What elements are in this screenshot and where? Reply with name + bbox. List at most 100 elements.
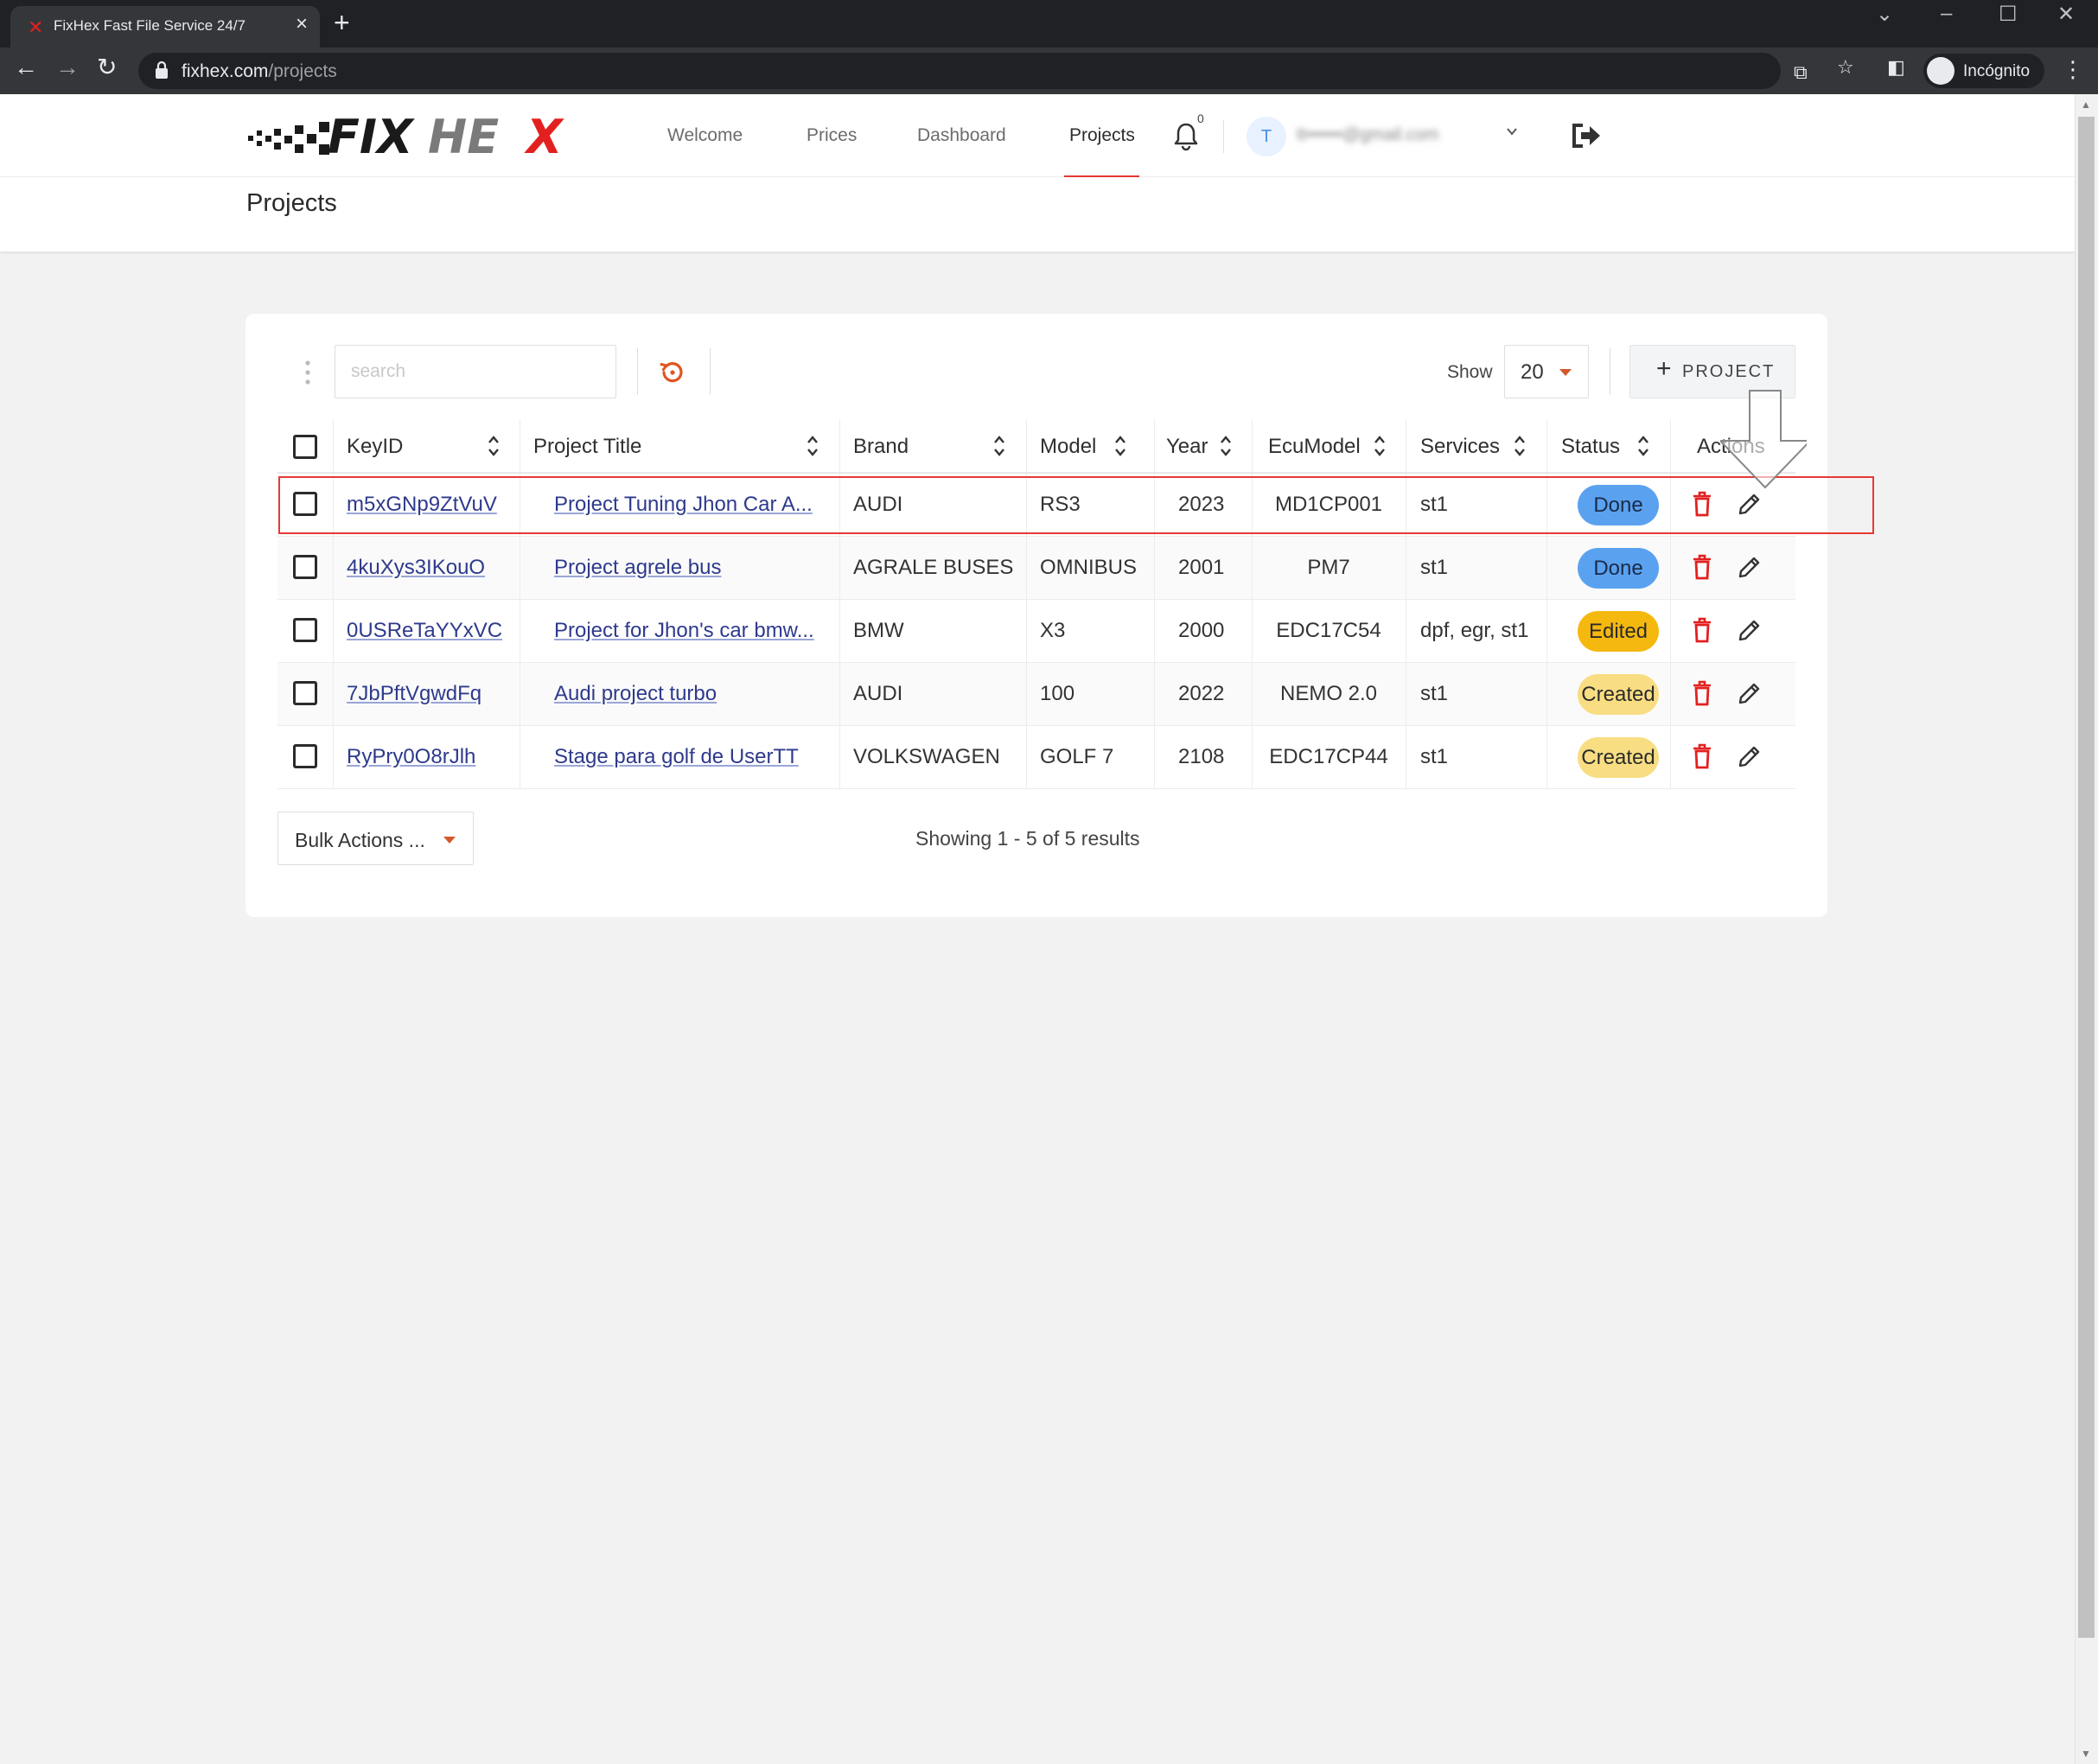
nav-welcome[interactable]: Welcome xyxy=(667,125,743,146)
table-header: KeyID Project Title Brand Model Year Ecu… xyxy=(277,419,1795,474)
incognito-label: Incógnito xyxy=(1963,62,2031,80)
nav-projects[interactable]: Projects xyxy=(1069,125,1135,146)
tab-close-icon[interactable]: × xyxy=(296,14,308,35)
status-badge: Done xyxy=(1578,548,1659,589)
column-header-keyid[interactable]: KeyID xyxy=(347,419,403,474)
bookmark-star-icon[interactable]: ☆ xyxy=(1837,56,1854,79)
column-divider xyxy=(333,663,334,725)
scroll-down-icon[interactable]: ▼ xyxy=(2081,1748,2091,1760)
trash-icon[interactable] xyxy=(1693,554,1712,580)
row-title-link[interactable]: Stage para golf de UserTT xyxy=(554,745,799,769)
column-header-services[interactable]: Services xyxy=(1420,419,1500,474)
logout-icon[interactable] xyxy=(1569,120,1604,151)
row-checkbox[interactable] xyxy=(293,555,317,579)
pencil-icon[interactable] xyxy=(1737,617,1763,643)
column-divider xyxy=(1670,537,1671,599)
browser-address-bar: ← → ↻ fixhex.com/projects ⧉ ☆ ◧ Incógnit… xyxy=(0,48,2098,94)
row-model: OMNIBUS xyxy=(1040,556,1138,579)
status-badge: Created xyxy=(1578,674,1659,715)
search-input[interactable] xyxy=(335,345,616,398)
nav-dashboard[interactable]: Dashboard xyxy=(917,125,1006,146)
forward-icon[interactable]: → xyxy=(55,55,80,80)
user-avatar[interactable]: T xyxy=(1247,117,1286,156)
column-divider xyxy=(1546,663,1547,725)
pencil-icon[interactable] xyxy=(1737,554,1763,580)
sort-icon[interactable] xyxy=(807,435,819,457)
sort-icon[interactable] xyxy=(488,435,500,457)
incognito-indicator[interactable]: Incógnito xyxy=(1923,54,2044,88)
new-tab-icon[interactable]: + xyxy=(334,9,350,36)
column-header-ecumodel[interactable]: EcuModel xyxy=(1268,419,1361,474)
status-badge: Edited xyxy=(1578,611,1659,652)
column-header-project-title[interactable]: Project Title xyxy=(533,419,641,474)
translate-icon[interactable]: ⧉ xyxy=(1794,61,1808,84)
row-keyid-link[interactable]: 0USReTaYYxVC xyxy=(347,619,502,643)
sort-icon[interactable] xyxy=(1514,435,1526,457)
back-icon[interactable]: ← xyxy=(14,55,38,80)
sort-icon[interactable] xyxy=(993,435,1005,457)
row-title-link[interactable]: Audi project turbo xyxy=(554,682,717,706)
row-keyid-link[interactable]: RyPry0O8rJlh xyxy=(347,745,475,769)
sort-icon[interactable] xyxy=(1114,435,1126,457)
row-services: st1 xyxy=(1420,745,1449,768)
column-header-model[interactable]: Model xyxy=(1040,419,1096,474)
trash-icon[interactable] xyxy=(1693,743,1712,769)
row-keyid-link[interactable]: 7JbPftVgwdFq xyxy=(347,682,481,706)
toolbar-divider xyxy=(637,348,638,395)
nav-prices[interactable]: Prices xyxy=(807,125,857,146)
page-title: Projects xyxy=(246,189,337,217)
pencil-icon[interactable] xyxy=(1737,680,1763,706)
sort-icon[interactable] xyxy=(1374,435,1386,457)
column-divider xyxy=(1154,663,1155,725)
notification-bell-icon[interactable] xyxy=(1173,122,1199,151)
column-divider xyxy=(839,537,840,599)
page-size-select[interactable]: 20 xyxy=(1504,345,1589,398)
tab-search-chevron-icon[interactable]: ⌄ xyxy=(1876,2,1893,27)
trash-icon[interactable] xyxy=(1693,680,1712,706)
maximize-icon[interactable]: ☐ xyxy=(1999,2,2018,27)
omnibox[interactable]: fixhex.com/projects ⧉ xyxy=(138,53,1808,89)
column-divider xyxy=(1154,600,1155,662)
column-options-icon[interactable] xyxy=(304,360,311,385)
results-summary: Showing 1 - 5 of 5 results xyxy=(915,827,1140,850)
column-header-year[interactable]: Year xyxy=(1166,419,1208,474)
row-brand: AGRALE BUSES xyxy=(853,556,1014,579)
logo-text-fix: FIX xyxy=(328,111,415,160)
pencil-icon[interactable] xyxy=(1737,743,1763,769)
bulk-actions-select[interactable]: Bulk Actions ... xyxy=(277,812,474,865)
side-panel-icon[interactable]: ◧ xyxy=(1887,56,1905,79)
row-services: st1 xyxy=(1420,556,1449,579)
minimize-icon[interactable]: – xyxy=(1941,2,1952,26)
plus-icon: + xyxy=(1656,354,1672,383)
window-close-icon[interactable]: ✕ xyxy=(2057,2,2075,27)
sort-icon[interactable] xyxy=(1220,435,1232,457)
column-divider xyxy=(1026,663,1027,725)
select-all-checkbox[interactable] xyxy=(293,435,317,459)
column-divider xyxy=(1154,419,1155,472)
reload-icon[interactable]: ↻ xyxy=(97,55,117,80)
row-year: 2000 xyxy=(1178,619,1225,642)
browser-menu-icon[interactable]: ⋮ xyxy=(2062,56,2084,83)
row-keyid-link[interactable]: 4kuXys3IKouO xyxy=(347,556,485,580)
row-title-link[interactable]: Project for Jhon's car bmw... xyxy=(554,619,814,643)
row-checkbox[interactable] xyxy=(293,618,317,642)
user-email[interactable]: tt••••••@gmail.com xyxy=(1297,125,1439,145)
trash-icon[interactable] xyxy=(1693,617,1712,643)
column-divider xyxy=(839,663,840,725)
column-header-status[interactable]: Status xyxy=(1561,419,1620,474)
fixhex-logo[interactable]: FIX HE X xyxy=(245,111,612,160)
column-divider xyxy=(1026,537,1027,599)
column-header-brand[interactable]: Brand xyxy=(853,419,909,474)
row-checkbox[interactable] xyxy=(293,681,317,705)
row-title-link[interactable]: Project agrele bus xyxy=(554,556,721,580)
reset-filters-icon[interactable] xyxy=(657,357,688,388)
chevron-down-icon[interactable] xyxy=(1506,125,1518,137)
caret-down-icon xyxy=(443,837,456,844)
sort-icon[interactable] xyxy=(1637,435,1649,457)
row-brand: BMW xyxy=(853,619,904,642)
scroll-up-icon[interactable]: ▲ xyxy=(2081,99,2091,111)
incognito-icon xyxy=(1927,57,1955,85)
row-checkbox[interactable] xyxy=(293,744,317,768)
browser-tab[interactable]: ✕ FixHex Fast File Service 24/7 × xyxy=(10,6,320,48)
scrollbar-thumb[interactable] xyxy=(2078,117,2095,1638)
